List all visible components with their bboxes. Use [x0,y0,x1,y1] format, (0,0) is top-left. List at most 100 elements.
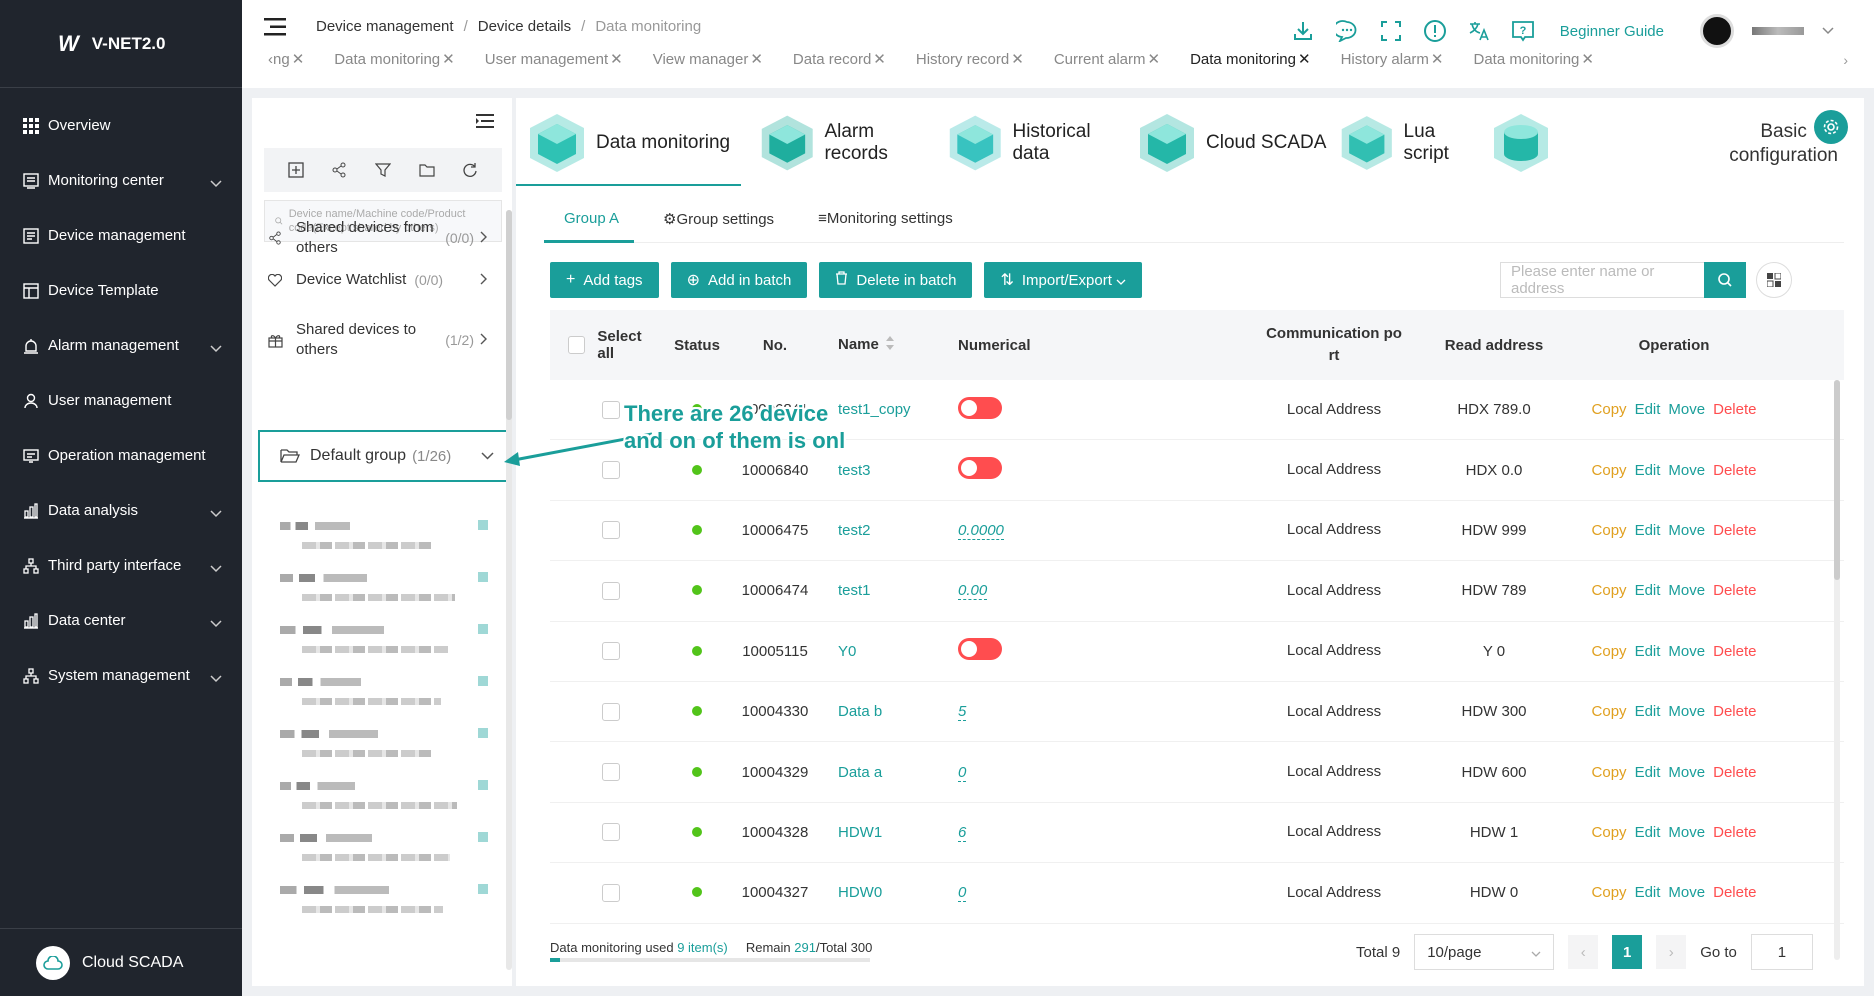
device-item-redacted[interactable] [280,670,490,710]
edit-button[interactable]: Edit [1635,462,1661,479]
delete-button[interactable]: Delete [1713,643,1756,660]
tab-group-a[interactable]: Group A [564,210,619,228]
edit-button[interactable]: Edit [1635,401,1661,418]
tag-name-link[interactable]: test3 [838,462,871,479]
name-header[interactable]: Name [816,335,944,355]
move-button[interactable]: Move [1668,884,1705,901]
beginner-guide-link[interactable]: Beginner Guide [1560,23,1664,40]
move-button[interactable]: Move [1668,703,1705,720]
sidebar-item-data-center[interactable]: Data center [0,593,242,648]
function-tab-cloud-scada[interactable]: Cloud SCADA [1126,98,1328,188]
page-tab[interactable]: Data record ✕ [793,50,886,69]
collapse-panel-icon[interactable] [476,114,494,128]
import-export-button[interactable]: ⇅ Import/Export [984,262,1142,298]
table-row[interactable]: 10006474 test1 0.00 Local Address HDW 789 Cop… [550,561,1844,622]
page-tab[interactable]: User management ✕ [485,50,623,69]
page-tab[interactable]: Current alarm ✕ [1054,50,1160,69]
fullscreen-icon[interactable] [1378,18,1404,44]
copy-button[interactable]: Copy [1592,703,1627,720]
help-icon[interactable]: ? [1510,18,1536,44]
table-row[interactable]: 10005115 Y0 Local Address Y 0 Copy Edit Move De… [550,622,1844,682]
move-button[interactable]: Move [1668,643,1705,660]
delete-button[interactable]: Delete [1713,703,1756,720]
breadcrumb-device-management[interactable]: Device management [316,18,454,35]
tabs-scroll-right-icon[interactable]: › [1843,52,1848,68]
table-scrollbar[interactable] [1834,380,1840,960]
settings-gear-icon[interactable] [1814,110,1848,144]
avatar[interactable] [1700,14,1734,48]
numerical-value[interactable]: 0.00 [958,582,988,601]
device-item-redacted[interactable] [280,826,490,866]
value-toggle-switch[interactable] [958,396,1002,419]
sidebar-item-system-management[interactable]: System management [0,648,242,703]
search-button[interactable] [1704,262,1746,298]
page-tab[interactable]: Data monitoring ✕ [334,50,454,69]
row-checkbox[interactable] [602,461,620,480]
chevron-down-icon[interactable] [1822,22,1834,40]
current-page-button[interactable]: 1 [1612,935,1643,969]
edit-button[interactable]: Edit [1635,764,1661,781]
tag-name-link[interactable]: test1_copy [838,401,911,418]
table-row[interactable]: 10004328 HDW1 6 Local Address HDW 1 Copy Edit M… [550,803,1844,864]
default-group-item[interactable]: Default group (1/26) [258,430,510,482]
move-button[interactable]: Move [1668,462,1705,479]
folder-icon[interactable] [417,160,437,180]
sidebar-item-monitoring-center[interactable]: Monitoring center [0,153,242,208]
share-icon[interactable] [329,160,349,180]
tag-search-input[interactable]: Please enter name or address [1500,262,1704,298]
device-item-redacted[interactable] [280,878,490,918]
tag-name-link[interactable]: Data b [838,703,882,720]
select-all-checkbox[interactable] [568,336,586,354]
numerical-value[interactable]: 5 [958,703,967,722]
username-redacted[interactable] [1752,27,1804,35]
move-button[interactable]: Move [1668,764,1705,781]
device-watchlist-item[interactable]: Device Watchlist (0/0) [268,270,488,290]
logo[interactable]: W V-NET2.0 [0,0,242,88]
sidebar-item-user-management[interactable]: User management [0,373,242,428]
row-checkbox[interactable] [602,400,620,419]
move-button[interactable]: Move [1668,824,1705,841]
table-row[interactable]: 10006475 test2 0.0000 Local Address HDW 999 C… [550,501,1844,562]
info-icon[interactable] [1422,18,1448,44]
device-item-redacted[interactable] [280,566,490,606]
sidebar-item-data-analysis[interactable]: Data analysis [0,483,242,538]
delete-button[interactable]: Delete [1713,582,1756,599]
move-button[interactable]: Move [1668,401,1705,418]
tag-name-link[interactable]: test1 [838,582,871,599]
tag-name-link[interactable]: Data a [838,764,882,781]
translate-icon[interactable] [1466,18,1492,44]
row-checkbox[interactable] [602,702,620,721]
add-group-icon[interactable] [286,160,306,180]
goto-page-input[interactable]: 1 [1750,934,1813,970]
numerical-value[interactable]: 6 [958,823,967,842]
menu-toggle-icon[interactable] [264,18,286,36]
numerical-value[interactable]: 0 [958,763,967,782]
page-tab[interactable]: History record ✕ [916,50,1024,69]
function-tab-data-monitoring[interactable]: Data monitoring [516,98,748,188]
edit-button[interactable]: Edit [1635,884,1661,901]
copy-button[interactable]: Copy [1592,401,1627,418]
sidebar-item-operation-management[interactable]: Operation management [0,428,242,483]
close-icon[interactable]: ✕ [292,50,305,68]
sidebar-item-overview[interactable]: Overview [0,98,242,153]
table-row[interactable]: 10004327 HDW0 0 Local Address HDW 0 Copy Edit M… [550,863,1844,924]
close-icon[interactable]: ✕ [610,50,623,68]
function-tab-lua-script[interactable]: Lua script [1328,98,1480,188]
delete-button[interactable]: Delete [1713,884,1756,901]
close-icon[interactable]: ✕ [1581,50,1594,68]
close-icon[interactable]: ✕ [1431,50,1444,68]
row-checkbox[interactable] [602,581,620,600]
move-button[interactable]: Move [1668,582,1705,599]
page-size-select[interactable]: 10/page [1414,934,1555,970]
function-tab-historical-data[interactable]: Historical data [936,98,1126,188]
function-tab-alarm-records[interactable]: Alarm records [748,98,936,188]
layout-toggle-icon[interactable] [1756,262,1792,298]
copy-button[interactable]: Copy [1592,522,1627,539]
filter-icon[interactable] [373,160,393,180]
refresh-icon[interactable] [460,160,480,180]
copy-button[interactable]: Copy [1592,824,1627,841]
table-row[interactable]: 10004330 Data b 5 Local Address HDW 300 Copy E… [550,682,1844,743]
close-icon[interactable]: ✕ [1011,50,1024,68]
delete-button[interactable]: Delete [1713,824,1756,841]
sidebar-item-device-template[interactable]: Device Template [0,263,242,318]
